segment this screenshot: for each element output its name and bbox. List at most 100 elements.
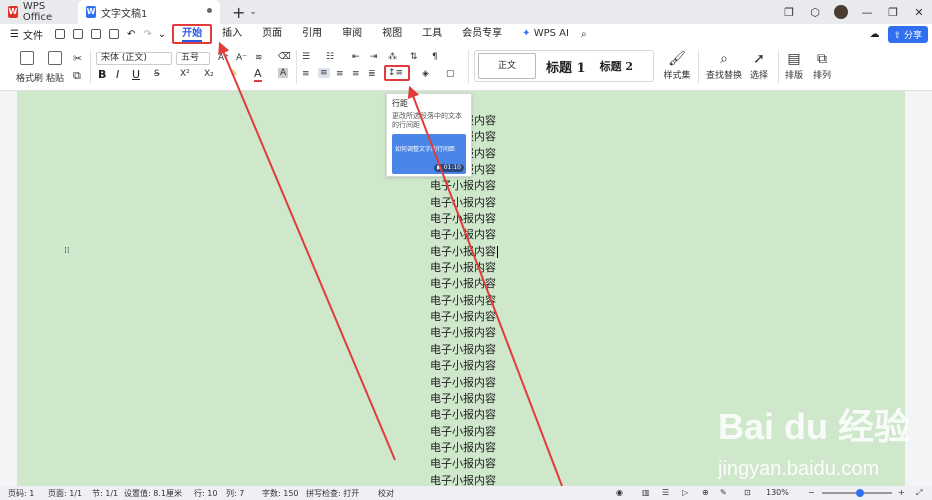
status-col[interactable]: 列: 7	[226, 488, 244, 499]
highlight-icon[interactable]: ✎	[230, 69, 238, 79]
font-name-select[interactable]: 宋体 (正文)	[96, 52, 172, 65]
document-line[interactable]: 电子小报内容	[430, 407, 498, 423]
font-color-icon[interactable]: A	[254, 67, 262, 82]
new-tab-button[interactable]: +	[232, 3, 245, 22]
page-view-icon[interactable]: ▥	[642, 488, 650, 497]
document-line[interactable]: 电子小报内容	[430, 260, 498, 276]
tab-view[interactable]: 视图	[372, 24, 412, 44]
grow-font-icon[interactable]: A⁺	[218, 53, 229, 63]
file-menu[interactable]: ☰ 文件	[0, 27, 51, 42]
document-line[interactable]: 电子小报内容	[430, 227, 498, 243]
paste-label[interactable]: 粘贴	[46, 71, 64, 84]
document-line[interactable]: 电子小报内容	[430, 195, 498, 211]
tab-home[interactable]: 开始	[172, 24, 213, 44]
clear-format-icon[interactable]: ⌫	[278, 52, 291, 62]
show-marks-icon[interactable]: ¶	[432, 52, 438, 62]
style-heading-2[interactable]: 标题 2	[600, 58, 633, 74]
new-doc-icon[interactable]	[54, 29, 65, 39]
font-size-select[interactable]: 五号	[176, 52, 210, 65]
close-button[interactable]: ✕	[906, 6, 932, 19]
shading-icon[interactable]: ◈	[422, 69, 429, 79]
more-chevron-icon[interactable]: ⌄	[158, 29, 166, 40]
change-case-icon[interactable]: ≋	[255, 53, 263, 63]
align-center-icon[interactable]: ≡	[318, 68, 330, 78]
format-painter-icon[interactable]	[20, 51, 34, 65]
style-set-button[interactable]: 🖌 样式集	[662, 50, 692, 81]
zoom-slider[interactable]	[822, 489, 892, 497]
border-icon[interactable]: ▢	[446, 69, 455, 79]
tooltip-video[interactable]: 如何调整文字的行间距 ▶ 01:10	[392, 134, 466, 174]
document-line[interactable]: 电子小报内容	[430, 456, 498, 472]
restore-layout-icon[interactable]: ❐	[776, 6, 802, 19]
cloud-icon[interactable]: ☁	[870, 29, 880, 40]
undo-icon[interactable]: ↶	[127, 29, 135, 40]
cut-icon[interactable]: ✂	[73, 52, 82, 65]
decrease-indent-icon[interactable]: ⇤	[352, 52, 360, 62]
arrange-button[interactable]: ⧉ 排列	[810, 50, 834, 81]
status-page-code[interactable]: 页码: 1	[8, 488, 34, 499]
outline-view-icon[interactable]: ☰	[662, 488, 669, 497]
maximize-button[interactable]: ❐	[880, 6, 906, 19]
tab-page[interactable]: 页面	[252, 24, 292, 44]
document-line[interactable]: 电子小报内容	[430, 309, 498, 325]
drag-handle-icon[interactable]: ⁞⁞	[64, 247, 72, 261]
document-line[interactable]: 电子小报内容	[430, 293, 498, 309]
status-word-count[interactable]: 字数: 150	[262, 488, 299, 499]
status-proofread[interactable]: 校对	[378, 488, 394, 499]
numbered-list-icon[interactable]: ☷	[326, 52, 334, 62]
wps-ai-button[interactable]: ✦ WPS AI	[512, 24, 579, 44]
layout-button[interactable]: ▤ 排版	[782, 50, 806, 81]
status-section[interactable]: 节: 1/1	[92, 488, 118, 499]
document-line[interactable]: 电子小报内容	[430, 211, 498, 227]
redo-icon[interactable]: ↷	[143, 29, 151, 40]
document-line[interactable]: 电子小报内容	[430, 391, 498, 407]
document-line[interactable]: 电子小报内容	[430, 358, 498, 374]
status-row[interactable]: 行: 10	[194, 488, 217, 499]
vertical-scrollbar[interactable]	[922, 91, 932, 486]
subscript-icon[interactable]: X₂	[204, 69, 214, 79]
web-view-icon[interactable]: ⊕	[702, 488, 709, 497]
shrink-font-icon[interactable]: A⁻	[236, 53, 247, 63]
document-line[interactable]: 电子小报内容	[430, 244, 498, 260]
document-line[interactable]: 电子小报内容	[430, 375, 498, 391]
bold-button[interactable]: B	[98, 68, 106, 81]
sort-icon[interactable]: ⇅	[410, 52, 418, 62]
print-icon[interactable]	[90, 29, 101, 39]
zoom-out-button[interactable]: −	[808, 488, 815, 497]
find-replace-button[interactable]: ⌕ 查找替换	[704, 50, 744, 81]
tab-references[interactable]: 引用	[292, 24, 332, 44]
cube-icon[interactable]: ⬡	[802, 6, 828, 19]
underline-button[interactable]: U	[132, 68, 140, 81]
fit-width-icon[interactable]: ⊡	[744, 488, 751, 497]
tab-wps-office[interactable]: W WPS Office	[0, 0, 76, 24]
style-normal[interactable]: 正文	[478, 53, 536, 79]
eye-protect-icon[interactable]: ◉	[616, 488, 623, 497]
play-icon[interactable]: ▷	[682, 488, 688, 497]
save-icon[interactable]	[72, 29, 83, 39]
superscript-icon[interactable]: X²	[180, 69, 190, 79]
share-button[interactable]: ⇪ 分享	[887, 26, 928, 43]
document-line[interactable]: 电子小报内容	[430, 440, 498, 456]
tab-insert[interactable]: 插入	[212, 24, 252, 44]
distribute-icon[interactable]: ≣	[368, 69, 376, 79]
tab-list-chevron-icon[interactable]: ⌄	[249, 7, 257, 17]
copy-icon[interactable]: ⧉	[73, 69, 81, 83]
zoom-in-button[interactable]: +	[898, 488, 905, 497]
fullscreen-icon[interactable]: ⤢	[916, 488, 922, 498]
char-shading-icon[interactable]: A	[278, 68, 289, 78]
zoom-slider-knob[interactable]	[856, 489, 865, 497]
align-right-icon[interactable]: ≡	[336, 69, 344, 79]
tab-member[interactable]: 会员专享	[452, 24, 512, 44]
document-line[interactable]: 电子小报内容	[430, 342, 498, 358]
status-page[interactable]: 页面: 1/1	[48, 488, 82, 499]
status-spell-check[interactable]: 拼写检查: 打开	[306, 488, 359, 499]
format-painter-label[interactable]: 格式刷	[16, 71, 43, 84]
paste-icon[interactable]	[48, 51, 62, 65]
tab-review[interactable]: 审阅	[332, 24, 372, 44]
pen-icon[interactable]: ✎	[720, 488, 727, 497]
justify-icon[interactable]: ≡	[352, 69, 360, 79]
select-button[interactable]: ➚ 选择	[744, 50, 774, 81]
document-line[interactable]: 电子小报内容	[430, 276, 498, 292]
document-line[interactable]: 电子小报内容	[430, 325, 498, 341]
minimize-button[interactable]: —	[854, 6, 880, 19]
